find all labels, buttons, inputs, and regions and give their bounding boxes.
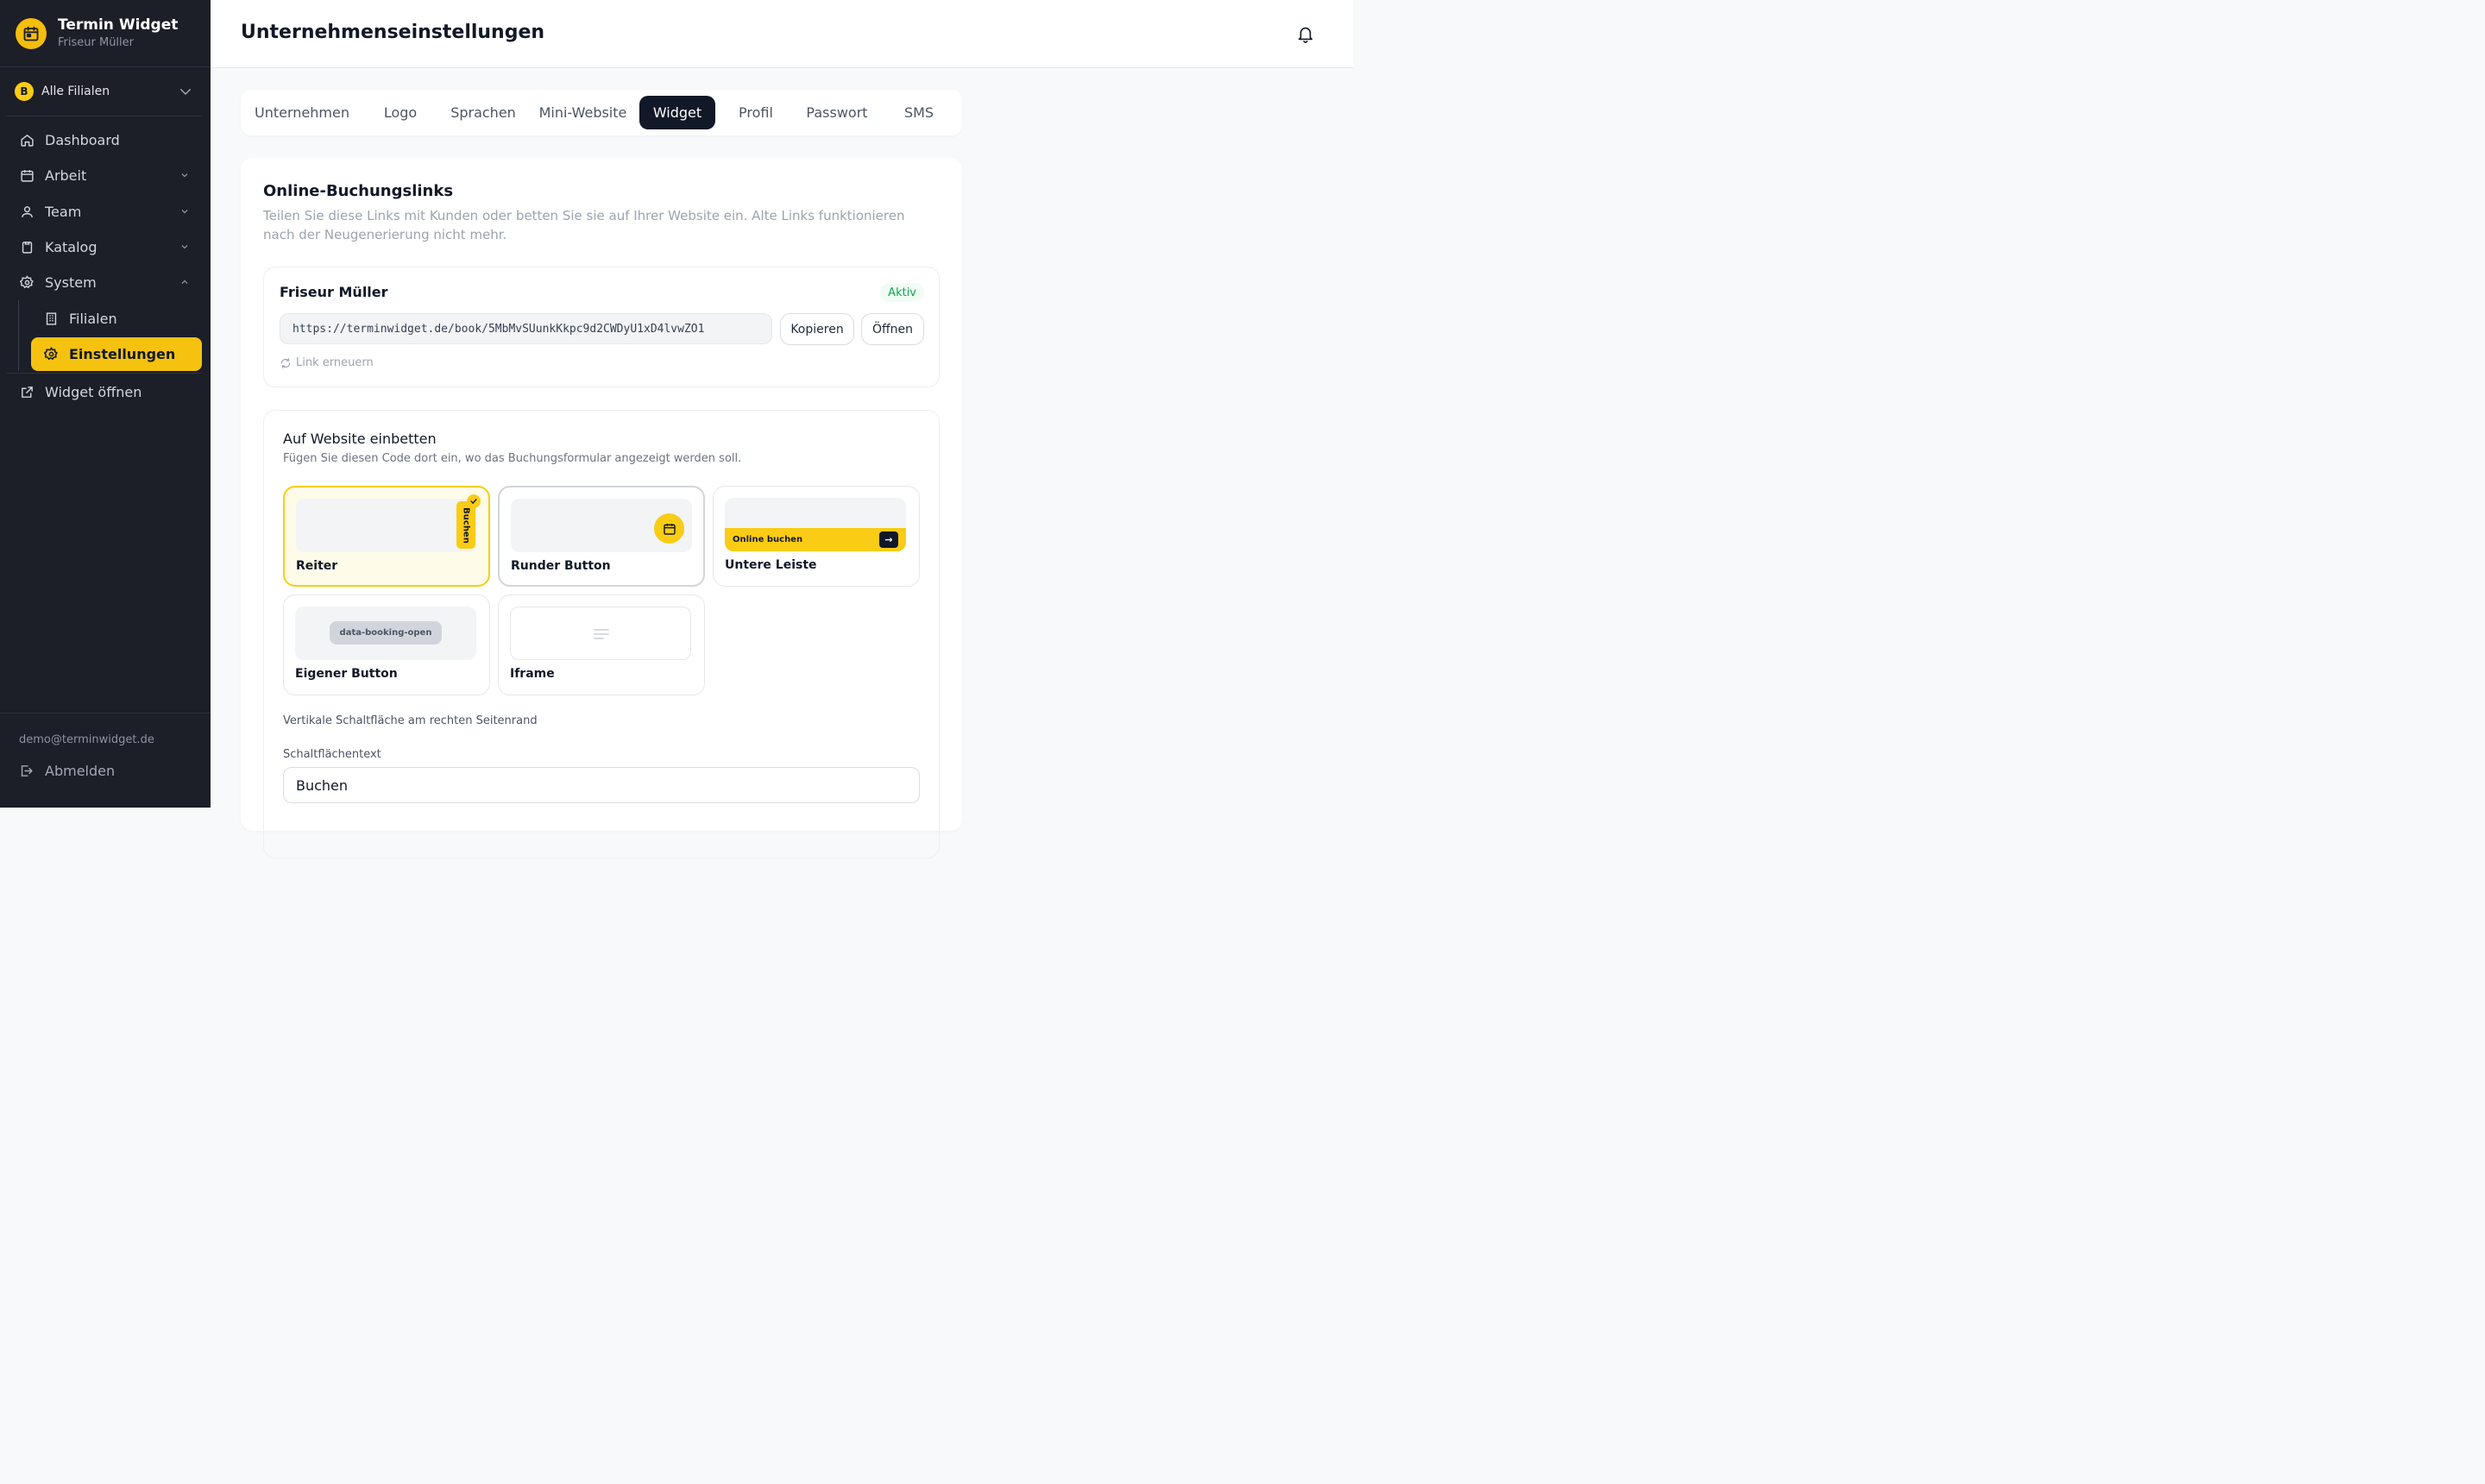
calendar-icon xyxy=(19,168,35,184)
status-badge: Aktiv xyxy=(880,283,924,302)
embed-description: Fügen Sie diesen Code dort ein, wo das B… xyxy=(283,452,742,465)
chevron-up-icon xyxy=(179,277,190,287)
chevron-down-icon xyxy=(179,170,190,180)
user-icon xyxy=(19,204,35,219)
chevron-down-icon xyxy=(179,242,190,252)
logout-icon xyxy=(19,764,35,779)
option-label: Runder Button xyxy=(511,559,611,573)
option-label: Untere Leiste xyxy=(725,558,817,572)
system-subnav: Filialen Einstellungen xyxy=(18,300,202,371)
sidebar-item-katalog[interactable]: Katalog xyxy=(9,230,202,265)
branch-label: Alle Filialen xyxy=(41,85,110,98)
user-email: demo@terminwidget.de xyxy=(19,733,154,746)
copy-button[interactable]: Kopieren xyxy=(780,313,854,345)
embed-box: Auf Website einbetten Fügen Sie diesen C… xyxy=(263,410,940,858)
sidebar-item-label: Einstellungen xyxy=(69,345,176,362)
tab-sprachen[interactable]: Sprachen xyxy=(444,96,523,129)
building-icon xyxy=(43,311,59,326)
tab-sms[interactable]: SMS xyxy=(883,96,955,129)
external-link-icon xyxy=(19,384,35,399)
gear-icon xyxy=(19,275,35,291)
tab-passwort[interactable]: Passwort xyxy=(800,96,874,129)
bottom-bar-preview: Online buchen → xyxy=(725,528,906,551)
sidebar-item-arbeit[interactable]: Arbeit xyxy=(9,158,202,193)
embed-option-iframe[interactable]: Iframe xyxy=(498,594,705,695)
sidebar: Termin Widget Friseur Müller B Alle Fili… xyxy=(0,0,211,808)
tab-widget[interactable]: Widget xyxy=(639,96,715,129)
branch-badge: B xyxy=(15,82,34,101)
sidebar-item-dashboard[interactable]: Dashboard xyxy=(9,123,202,158)
sidebar-item-label: Arbeit xyxy=(45,167,87,185)
check-icon xyxy=(467,494,481,508)
option-preview xyxy=(511,499,692,552)
chevron-down-icon xyxy=(178,84,193,99)
link-name: Friseur Müller xyxy=(280,284,388,300)
section-description: Teilen Sie diese Links mit Kunden oder b… xyxy=(263,208,905,242)
sidebar-item-label: Katalog xyxy=(45,239,98,256)
option-preview xyxy=(510,607,691,660)
text-lines-icon xyxy=(594,628,609,640)
top-header: Unternehmenseinstellungen xyxy=(211,0,1353,68)
option-preview: data-booking-open xyxy=(295,607,476,660)
bottom-bar-text: Online buchen xyxy=(733,535,803,544)
option-label: Eigener Button xyxy=(295,667,398,681)
custom-button-preview: data-booking-open xyxy=(330,621,442,645)
option-hint: Vertikale Schaltfläche am rechten Seiten… xyxy=(283,714,538,727)
clipboard-icon xyxy=(19,240,35,255)
sidebar-footer: demo@terminwidget.de Abmelden xyxy=(0,713,211,808)
renew-link-label: Link erneuern xyxy=(296,356,374,369)
sidebar-item-system[interactable]: System xyxy=(9,265,202,300)
embed-option-custom-button[interactable]: data-booking-open Eigener Button xyxy=(283,594,490,695)
sidebar-item-label: Filialen xyxy=(69,310,117,327)
sidebar-item-label: Dashboard xyxy=(45,132,120,149)
brand-title: Termin Widget xyxy=(58,16,179,34)
sidebar-item-label: System xyxy=(45,274,97,292)
arrow-right-icon: → xyxy=(879,531,898,548)
booking-links-card: Online-Buchungslinks Teilen Sie diese Li… xyxy=(241,158,962,858)
button-text-label: Schaltflächentext xyxy=(283,748,381,761)
calendar-logo-icon xyxy=(16,17,47,49)
sidebar-nav: Dashboard Arbeit Team Katalog System Fil… xyxy=(0,116,211,410)
tab-unternehmen[interactable]: Unternehmen xyxy=(251,96,353,129)
sidebar-item-label: Widget öffnen xyxy=(45,383,142,400)
settings-tabs: Unternehmen Logo Sprachen Mini-Website W… xyxy=(241,90,962,135)
refresh-icon xyxy=(280,357,292,369)
vertical-tab-text: Buchen xyxy=(461,506,471,544)
option-preview: Online buchen → xyxy=(725,498,906,551)
divider xyxy=(7,372,202,374)
button-text-input[interactable]: Buchen xyxy=(283,767,920,803)
brand-subtitle: Friseur Müller xyxy=(58,35,134,49)
option-label: Iframe xyxy=(510,667,555,681)
sidebar-item-label: Team xyxy=(45,203,82,220)
embed-option-bottom-bar[interactable]: Online buchen → Untere Leiste xyxy=(713,486,920,587)
bell-icon[interactable] xyxy=(1296,23,1315,44)
embed-option-round-button[interactable]: Runder Button xyxy=(498,486,705,587)
sidebar-item-widget-open[interactable]: Widget öffnen xyxy=(9,374,202,410)
chevron-down-icon xyxy=(179,206,190,217)
sidebar-item-filialen[interactable]: Filialen xyxy=(31,300,202,336)
open-button[interactable]: Öffnen xyxy=(861,313,924,345)
logout-button[interactable]: Abmelden xyxy=(0,746,211,779)
brand: Termin Widget Friseur Müller xyxy=(0,0,211,67)
option-label: Reiter xyxy=(296,559,338,573)
tab-logo[interactable]: Logo xyxy=(364,96,437,129)
renew-link-button[interactable]: Link erneuern xyxy=(280,356,374,369)
vertical-tab-preview: Buchen xyxy=(456,501,475,549)
embed-option-reiter[interactable]: Buchen Reiter xyxy=(283,486,490,587)
embed-title: Auf Website einbetten xyxy=(283,431,437,447)
booking-url-field[interactable]: https://terminwidget.de/book/5MbMvSUunkK… xyxy=(280,313,772,344)
booking-link-box: Friseur Müller Aktiv https://terminwidge… xyxy=(263,267,940,387)
sidebar-item-team[interactable]: Team xyxy=(9,194,202,230)
section-title: Online-Buchungslinks xyxy=(263,182,454,200)
page-title: Unternehmenseinstellungen xyxy=(241,22,545,43)
tab-mini-website[interactable]: Mini-Website xyxy=(534,96,632,129)
calendar-icon xyxy=(654,513,684,544)
logout-label: Abmelden xyxy=(45,763,116,779)
option-preview: Buchen xyxy=(296,499,477,552)
tab-profil[interactable]: Profil xyxy=(720,96,792,129)
sidebar-item-einstellungen[interactable]: Einstellungen xyxy=(31,336,202,371)
branch-selector[interactable]: B Alle Filialen xyxy=(7,67,202,116)
home-icon xyxy=(19,133,35,148)
gear-icon xyxy=(43,346,59,362)
